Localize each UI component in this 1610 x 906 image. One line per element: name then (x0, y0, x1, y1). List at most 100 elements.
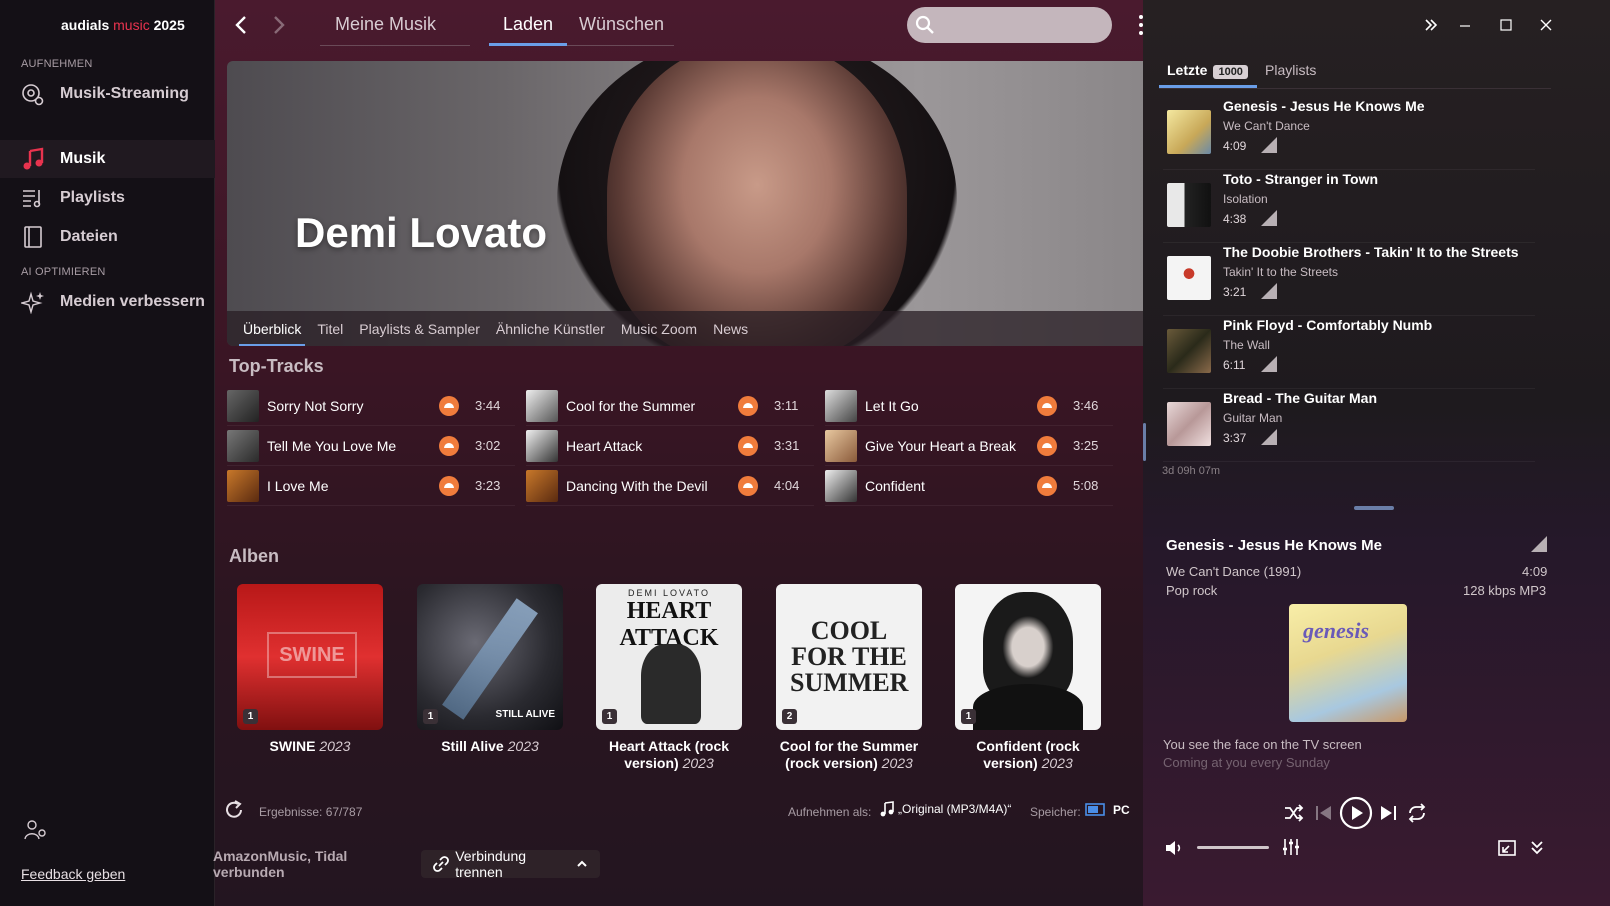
mini-player-icon[interactable] (1497, 838, 1519, 860)
recent-item[interactable]: Genesis - Jesus He Knows Me We Can't Dan… (1163, 98, 1535, 170)
results-count: Ergebnisse: 67/787 (259, 805, 363, 819)
divider (1159, 88, 1551, 89)
previous-icon[interactable] (1313, 802, 1335, 824)
album-card[interactable]: 1 Confident (rock version) 2023 (955, 584, 1101, 772)
album-card[interactable]: STILL ALIVE 1 Still Alive 2023 (417, 584, 563, 755)
track-row[interactable]: Sorry Not Sorry 3:44 (227, 386, 515, 426)
tab-wishes[interactable]: Wünschen (579, 14, 664, 43)
save-target-selector[interactable]: PC (1085, 802, 1130, 818)
panel-resize-handle[interactable] (1143, 423, 1146, 461)
sparkle-icon (20, 289, 46, 315)
recent-item[interactable]: The Doobie Brothers - Takin' It to the S… (1163, 244, 1535, 316)
recent-album: We Can't Dance (1223, 119, 1310, 133)
album-card[interactable]: SWINE 1 SWINE 2023 (237, 584, 383, 755)
music-note-icon (880, 801, 894, 817)
soundcloud-icon (738, 475, 758, 496)
chevron-up-icon (576, 859, 588, 869)
tab-my-music[interactable]: Meine Musik (335, 14, 436, 43)
sidebar-item-playlists[interactable]: Playlists (0, 179, 215, 217)
tab-music-zoom[interactable]: Music Zoom (621, 313, 697, 345)
sidebar: audials music 2025 AUFNEHMEN Musik-Strea… (0, 0, 215, 906)
now-playing-cover-text: genesis (1303, 618, 1369, 643)
track-row[interactable]: Let It Go 3:46 (825, 386, 1113, 426)
recent-duration: 4:38 (1223, 212, 1247, 226)
volume-slider[interactable] (1197, 846, 1269, 849)
recent-item[interactable]: Toto - Stranger in Town Isolation 4:38 (1163, 171, 1535, 243)
top-tracks-title: Top-Tracks (229, 356, 324, 376)
volume-icon[interactable] (1164, 838, 1186, 860)
album-cover: SWINE 1 (237, 584, 383, 730)
track-row[interactable]: Cool for the Summer 3:11 (526, 386, 814, 426)
recent-item[interactable]: Pink Floyd - Comfortably Numb The Wall 6… (1163, 317, 1535, 389)
search-input[interactable] (907, 7, 1112, 43)
connection-bar: AmazonMusic, Tidal verbunden Verbindung … (213, 848, 600, 880)
recent-duration: 3:21 (1223, 285, 1247, 299)
collapse-down-icon[interactable] (1528, 838, 1550, 860)
track-name: Let It Go (865, 397, 919, 414)
track-row[interactable]: Give Your Heart a Break 3:25 (825, 426, 1113, 466)
tab-overview[interactable]: Überblick (238, 313, 306, 346)
music-note-icon (20, 146, 46, 172)
soundcloud-icon (1037, 435, 1057, 456)
album-cover-text: SWINE (267, 632, 357, 678)
recent-thumbnail (1167, 256, 1211, 300)
track-duration: 3:11 (774, 398, 799, 413)
track-row[interactable]: Dancing With the Devil 4:04 (526, 466, 814, 506)
sidebar-item-streaming[interactable]: Musik-Streaming (0, 75, 215, 113)
shuffle-icon[interactable] (1283, 802, 1305, 824)
tab-recent[interactable]: Letzte 1000 (1167, 62, 1248, 79)
sidebar-item-music[interactable]: Musik (0, 140, 215, 178)
track-row[interactable]: Tell Me You Love Me 3:02 (227, 426, 515, 466)
save-target-value: PC (1113, 803, 1130, 817)
minimize-icon[interactable] (1457, 17, 1473, 33)
sidebar-item-label: Medien verbessern (60, 293, 205, 310)
next-icon[interactable] (1377, 802, 1399, 824)
record-format-selector[interactable]: „Original (MP3/M4A)“ (880, 801, 1011, 817)
album-title: Still Alive 2023 (441, 738, 539, 754)
track-name: Heart Attack (566, 437, 643, 454)
soundcloud-icon (738, 395, 758, 416)
track-thumbnail (227, 469, 259, 502)
track-column-1: Sorry Not Sorry 3:44 Tell Me You Love Me 3… (227, 386, 515, 506)
tab-titles[interactable]: Titel (317, 313, 343, 345)
recent-album: The Wall (1223, 338, 1270, 352)
album-cover: COOL FOR THE SUMMER 2 (776, 584, 922, 730)
repeat-icon[interactable] (1406, 802, 1428, 824)
recent-item[interactable]: Bread - The Guitar Man Guitar Man 3:37 (1163, 390, 1535, 462)
album-card[interactable]: COOL FOR THE SUMMER 2 Cool for the Summe… (776, 584, 922, 772)
maximize-icon[interactable] (1498, 17, 1514, 33)
signal-strength-icon (1261, 356, 1277, 372)
artist-tabs: Überblick Titel Playlists & Sampler Ähnl… (227, 311, 1149, 346)
album-card[interactable]: DEMI LOVATO HEART ATTACK 1 Heart Attack … (596, 584, 742, 772)
tab-load[interactable]: Laden (489, 14, 568, 46)
tab-right-playlists[interactable]: Playlists (1265, 62, 1316, 78)
refresh-button[interactable] (223, 799, 245, 821)
track-row[interactable]: Heart Attack 3:31 (526, 426, 814, 466)
total-time: 3d 09h 07m (1162, 465, 1221, 477)
close-icon[interactable] (1538, 17, 1554, 33)
track-thumbnail (526, 389, 558, 422)
tab-news[interactable]: News (713, 313, 748, 345)
recent-album: Guitar Man (1223, 411, 1283, 425)
feedback-link[interactable]: Feedback geben (21, 866, 125, 882)
link-icon (433, 856, 450, 872)
artist-hero: Demi Lovato Überblick Titel Playlists & … (227, 61, 1149, 346)
track-row[interactable]: Confident 5:08 (825, 466, 1113, 506)
disconnect-button[interactable]: Verbindung trennen (421, 848, 600, 880)
player-drag-handle[interactable] (1354, 506, 1394, 510)
sidebar-item-files[interactable]: Dateien (0, 218, 215, 256)
forward-button[interactable] (267, 14, 289, 36)
expand-panel-icon[interactable] (1423, 17, 1439, 33)
sidebar-item-improve[interactable]: Medien verbessern (0, 283, 215, 321)
track-duration: 4:04 (774, 478, 800, 493)
equalizer-icon[interactable] (1281, 837, 1303, 859)
save-label: Speicher: (1030, 805, 1081, 819)
tab-similar-artists[interactable]: Ähnliche Künstler (496, 313, 605, 345)
signal-strength-icon (1261, 283, 1277, 299)
track-row[interactable]: I Love Me 3:23 (227, 466, 515, 506)
play-button[interactable] (1339, 796, 1373, 830)
tab-playlists-sampler[interactable]: Playlists & Sampler (359, 313, 480, 345)
lyric-line: Coming at you every Sunday (1163, 755, 1330, 770)
albums-title: Alben (229, 546, 280, 566)
back-button[interactable] (231, 14, 253, 36)
